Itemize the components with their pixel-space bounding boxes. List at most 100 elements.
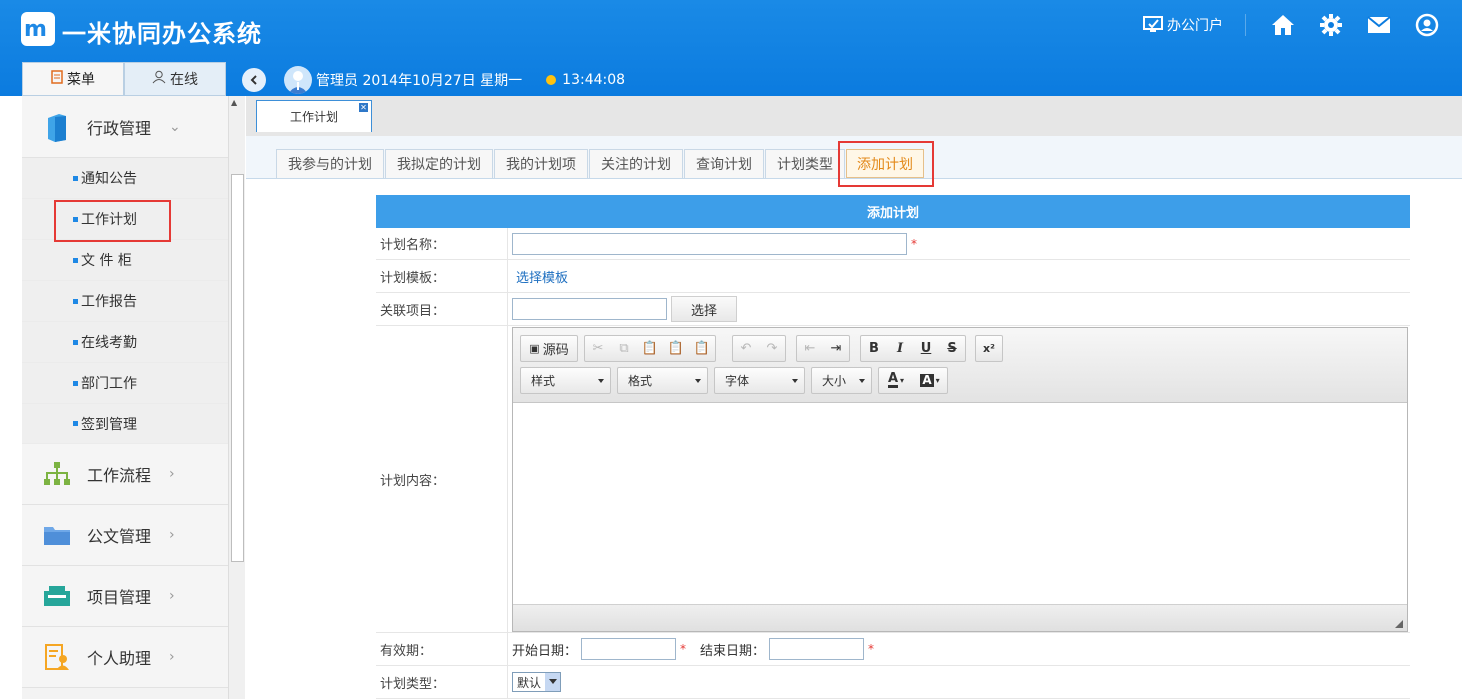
monitor-icon <box>1143 16 1163 32</box>
font-select-label: 字体 <box>725 373 750 388</box>
start-date-input[interactable] <box>581 638 677 660</box>
paste-text-icon[interactable]: 📋 <box>663 336 689 361</box>
document-tab-work-plan[interactable]: 工作计划 ✕ <box>256 100 372 132</box>
rich-text-editor: ▣ 源码 ✂ ⧉ 📋 📋 📋 ↶ ↷ ⇤ ⇥ B I U S x² 样式 格式 … <box>512 326 1408 632</box>
sidebar-group-workflow[interactable]: 工作流程 › <box>22 444 228 505</box>
source-label: 源码 <box>542 342 569 358</box>
editor-content-area[interactable] <box>513 402 1407 603</box>
editor-footer <box>513 603 1407 631</box>
strike-button[interactable]: S <box>939 336 965 361</box>
sidebar-item-notice[interactable]: 通知公告 <box>22 158 228 199</box>
validity-label: 有效期： <box>376 633 508 665</box>
bg-color-button[interactable]: A ▾ <box>913 368 947 393</box>
tab-participating-plans[interactable]: 我参与的计划 <box>276 149 384 178</box>
gear-icon[interactable] <box>1318 12 1344 38</box>
add-plan-form: 添加计划 计划名称： * 计划模板： 选择模板 关联项目： 选择 计划内容： ▣… <box>376 195 1410 699</box>
app-title: 一米协同办公系统 <box>62 20 262 48</box>
chevron-down-icon: ⌄ <box>169 118 181 135</box>
bold-button[interactable]: B <box>861 336 887 361</box>
sidebar-group-label: 行政管理 <box>87 118 152 138</box>
scroll-thumb[interactable] <box>231 174 244 562</box>
chevron-right-icon: › <box>169 466 175 482</box>
tab-drafted-plans[interactable]: 我拟定的计划 <box>385 149 493 178</box>
project-row: 关联项目： 选择 <box>376 293 1410 326</box>
sidebar-item-work-report[interactable]: 工作报告 <box>22 281 228 322</box>
document-tab-label: 工作计划 <box>289 110 338 124</box>
template-row: 计划模板： 选择模板 <box>376 260 1410 293</box>
user-date-text: 管理员 2014年10月27日 星期一 <box>316 73 523 89</box>
required-mark: * <box>868 642 875 656</box>
resize-grip-icon[interactable] <box>1395 619 1403 628</box>
style-select[interactable]: 样式 <box>520 366 611 394</box>
history-group: ↶ ↷ <box>732 334 786 362</box>
close-icon[interactable]: ✕ <box>359 103 368 112</box>
sidebar-item-file-cabinet[interactable]: 文 件 柜 <box>22 240 228 281</box>
start-date-label: 开始日期： <box>512 643 578 659</box>
italic-button[interactable]: I <box>887 336 913 361</box>
source-group: ▣ 源码 <box>520 334 578 362</box>
tab-online[interactable]: 在线 <box>124 62 226 96</box>
assistant-icon <box>42 642 72 672</box>
sidebar-group-admin[interactable]: 行政管理 ⌄ <box>22 96 228 158</box>
sidebar-highlight-box <box>54 200 171 242</box>
redo-icon[interactable]: ↷ <box>759 336 785 361</box>
mail-icon[interactable] <box>1366 12 1392 38</box>
user-circle-icon[interactable] <box>1414 12 1440 38</box>
end-date-input[interactable] <box>769 638 865 660</box>
tab-query-plans[interactable]: 查询计划 <box>684 149 764 178</box>
plan-name-label: 计划名称： <box>376 228 508 259</box>
form-title: 添加计划 <box>376 195 1410 228</box>
sidebar-item-dept-work[interactable]: 部门工作 <box>22 363 228 404</box>
menu-tabs: 菜单 在线 <box>22 62 226 96</box>
dropdown-arrow-icon <box>695 378 701 383</box>
header-actions: 办公门户 <box>1143 10 1462 40</box>
app-logo: m <box>21 12 55 46</box>
required-mark: * <box>911 236 917 251</box>
copy-icon[interactable]: ⧉ <box>611 336 637 361</box>
sidebar-item-label: 文 件 柜 <box>81 253 132 269</box>
paste-word-icon[interactable]: 📋 <box>689 336 715 361</box>
portal-link[interactable]: 办公门户 <box>1143 15 1223 35</box>
cut-icon[interactable]: ✂ <box>585 336 611 361</box>
sidebar-group-assistant[interactable]: 个人助理 › <box>22 627 228 688</box>
underline-button[interactable]: U <box>913 336 939 361</box>
font-select[interactable]: 字体 <box>714 366 805 394</box>
superscript-button[interactable]: x² <box>976 336 1002 361</box>
select-project-button[interactable]: 选择 <box>671 296 737 322</box>
size-select[interactable]: 大小 <box>811 366 872 394</box>
sidebar-item-sign-in[interactable]: 签到管理 <box>22 404 228 444</box>
undo-icon[interactable]: ↶ <box>733 336 759 361</box>
tab-label: 关注的计划 <box>601 157 671 173</box>
sidebar-item-label: 部门工作 <box>81 376 137 392</box>
sidebar-item-label: 签到管理 <box>81 416 137 433</box>
chevron-right-icon: › <box>169 649 175 665</box>
outdent-icon[interactable]: ⇤ <box>797 336 823 361</box>
select-template-link[interactable]: 选择模板 <box>516 267 568 286</box>
project-input[interactable] <box>512 298 667 320</box>
plan-name-input[interactable] <box>512 232 907 255</box>
indent-icon[interactable]: ⇥ <box>823 336 849 361</box>
current-time: 13:44:08 <box>562 72 626 88</box>
sidebar-item-attendance[interactable]: 在线考勤 <box>22 322 228 363</box>
collapse-sidebar-button[interactable] <box>242 68 266 92</box>
tab-menu[interactable]: 菜单 <box>22 62 124 96</box>
tab-label: 我参与的计划 <box>288 157 372 173</box>
tab-plan-types[interactable]: 计划类型 <box>765 149 845 178</box>
scroll-up-icon[interactable]: ▲ <box>231 98 237 107</box>
plan-type-value: 默认 <box>517 675 542 690</box>
source-button[interactable]: ▣ 源码 <box>521 336 577 361</box>
tab-my-plan-items[interactable]: 我的计划项 <box>494 149 588 178</box>
sidebar-group-projects[interactable]: 项目管理 › <box>22 566 228 627</box>
tab-followed-plans[interactable]: 关注的计划 <box>589 149 683 178</box>
format-select[interactable]: 格式 <box>617 366 708 394</box>
color-group: A ▾ A ▾ <box>878 366 948 394</box>
book-icon <box>42 112 72 142</box>
project-label: 关联项目： <box>376 293 508 325</box>
sidebar-scrollbar[interactable]: ▲ <box>228 96 245 699</box>
sidebar-group-documents[interactable]: 公文管理 › <box>22 505 228 566</box>
plan-type-select[interactable]: 默认 <box>512 672 562 692</box>
paste-icon[interactable]: 📋 <box>637 336 663 361</box>
text-color-button[interactable]: A ▾ <box>879 368 913 393</box>
clock-icon <box>546 75 557 85</box>
home-icon[interactable] <box>1270 12 1296 38</box>
